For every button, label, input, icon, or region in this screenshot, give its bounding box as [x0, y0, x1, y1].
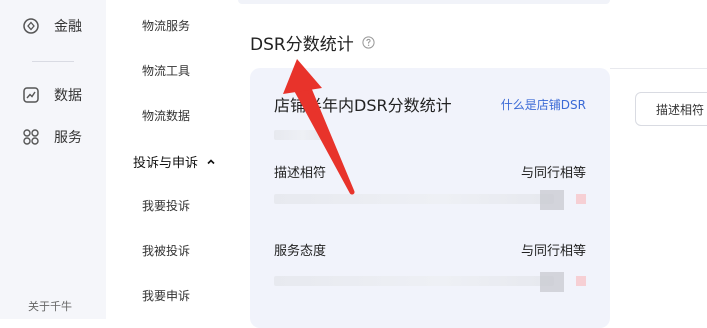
sub-menu: 物流服务 物流工具 物流数据 投诉与申诉 我要投诉 我被投诉 我要申诉 [106, 0, 233, 319]
submenu-group-label: 投诉与申诉 [133, 156, 199, 171]
blurred-block [540, 272, 564, 292]
rail-item-label: 金融 [54, 19, 82, 35]
rail-item-label: 服务 [54, 130, 82, 146]
metric-value-description: 与同行相等 [520, 166, 586, 181]
blurred-marker [576, 276, 586, 286]
metric-label-description: 描述相符 [274, 166, 327, 181]
rail-item-label: 数据 [54, 88, 82, 104]
submenu-item-file-complaint[interactable]: 我要投诉 [142, 197, 190, 214]
rail-item-data[interactable]: 数据 [22, 85, 82, 105]
panel-title: 店铺半年内DSR分数统计 [274, 96, 452, 115]
rail-footer-about[interactable]: 关于千牛 [28, 298, 72, 314]
finance-circle-icon [22, 17, 40, 35]
left-rail: 金融 数据 服务 关于千牛 [0, 0, 106, 319]
submenu-item-logistics-data[interactable]: 物流数据 [142, 107, 190, 124]
blurred-bar-service [274, 276, 554, 286]
submenu-item-logistics-tools[interactable]: 物流工具 [142, 62, 190, 79]
rail-item-finance[interactable]: 金融 [22, 16, 82, 36]
chart-line-icon [22, 86, 40, 104]
section-title: DSR分数统计 [250, 30, 375, 55]
right-divider [610, 68, 707, 69]
blurred-score [274, 130, 322, 140]
blurred-marker [576, 194, 586, 204]
what-is-dsr-link[interactable]: 什么是店铺DSR [501, 96, 586, 113]
rail-divider [32, 61, 74, 62]
submenu-item-received-complaint[interactable]: 我被投诉 [142, 242, 190, 259]
dsr-panel: 店铺半年内DSR分数统计 什么是店铺DSR 描述相符 与同行相等 服务态度 与同… [250, 68, 610, 328]
help-icon[interactable] [362, 36, 375, 49]
chevron-up-icon [206, 157, 216, 167]
section-title-text: DSR分数统计 [250, 35, 354, 55]
submenu-item-logistics-service[interactable]: 物流服务 [142, 17, 190, 34]
main-content: DSR分数统计 店铺半年内DSR分数统计 什么是店铺DSR 描述相符 与同行相等… [233, 0, 707, 328]
rail-item-service[interactable]: 服务 [22, 127, 82, 147]
top-card-edge [238, 0, 610, 4]
metric-label-service: 服务态度 [274, 244, 327, 259]
metric-value-service: 与同行相等 [520, 244, 586, 259]
blurred-bar-description [274, 194, 554, 204]
tab-description-match[interactable]: 描述相符 [635, 92, 707, 126]
submenu-group-complaints[interactable]: 投诉与申诉 [133, 152, 216, 171]
blurred-block [540, 190, 564, 210]
submenu-item-appeal[interactable]: 我要申诉 [142, 287, 190, 304]
grid-dots-icon [22, 128, 40, 146]
